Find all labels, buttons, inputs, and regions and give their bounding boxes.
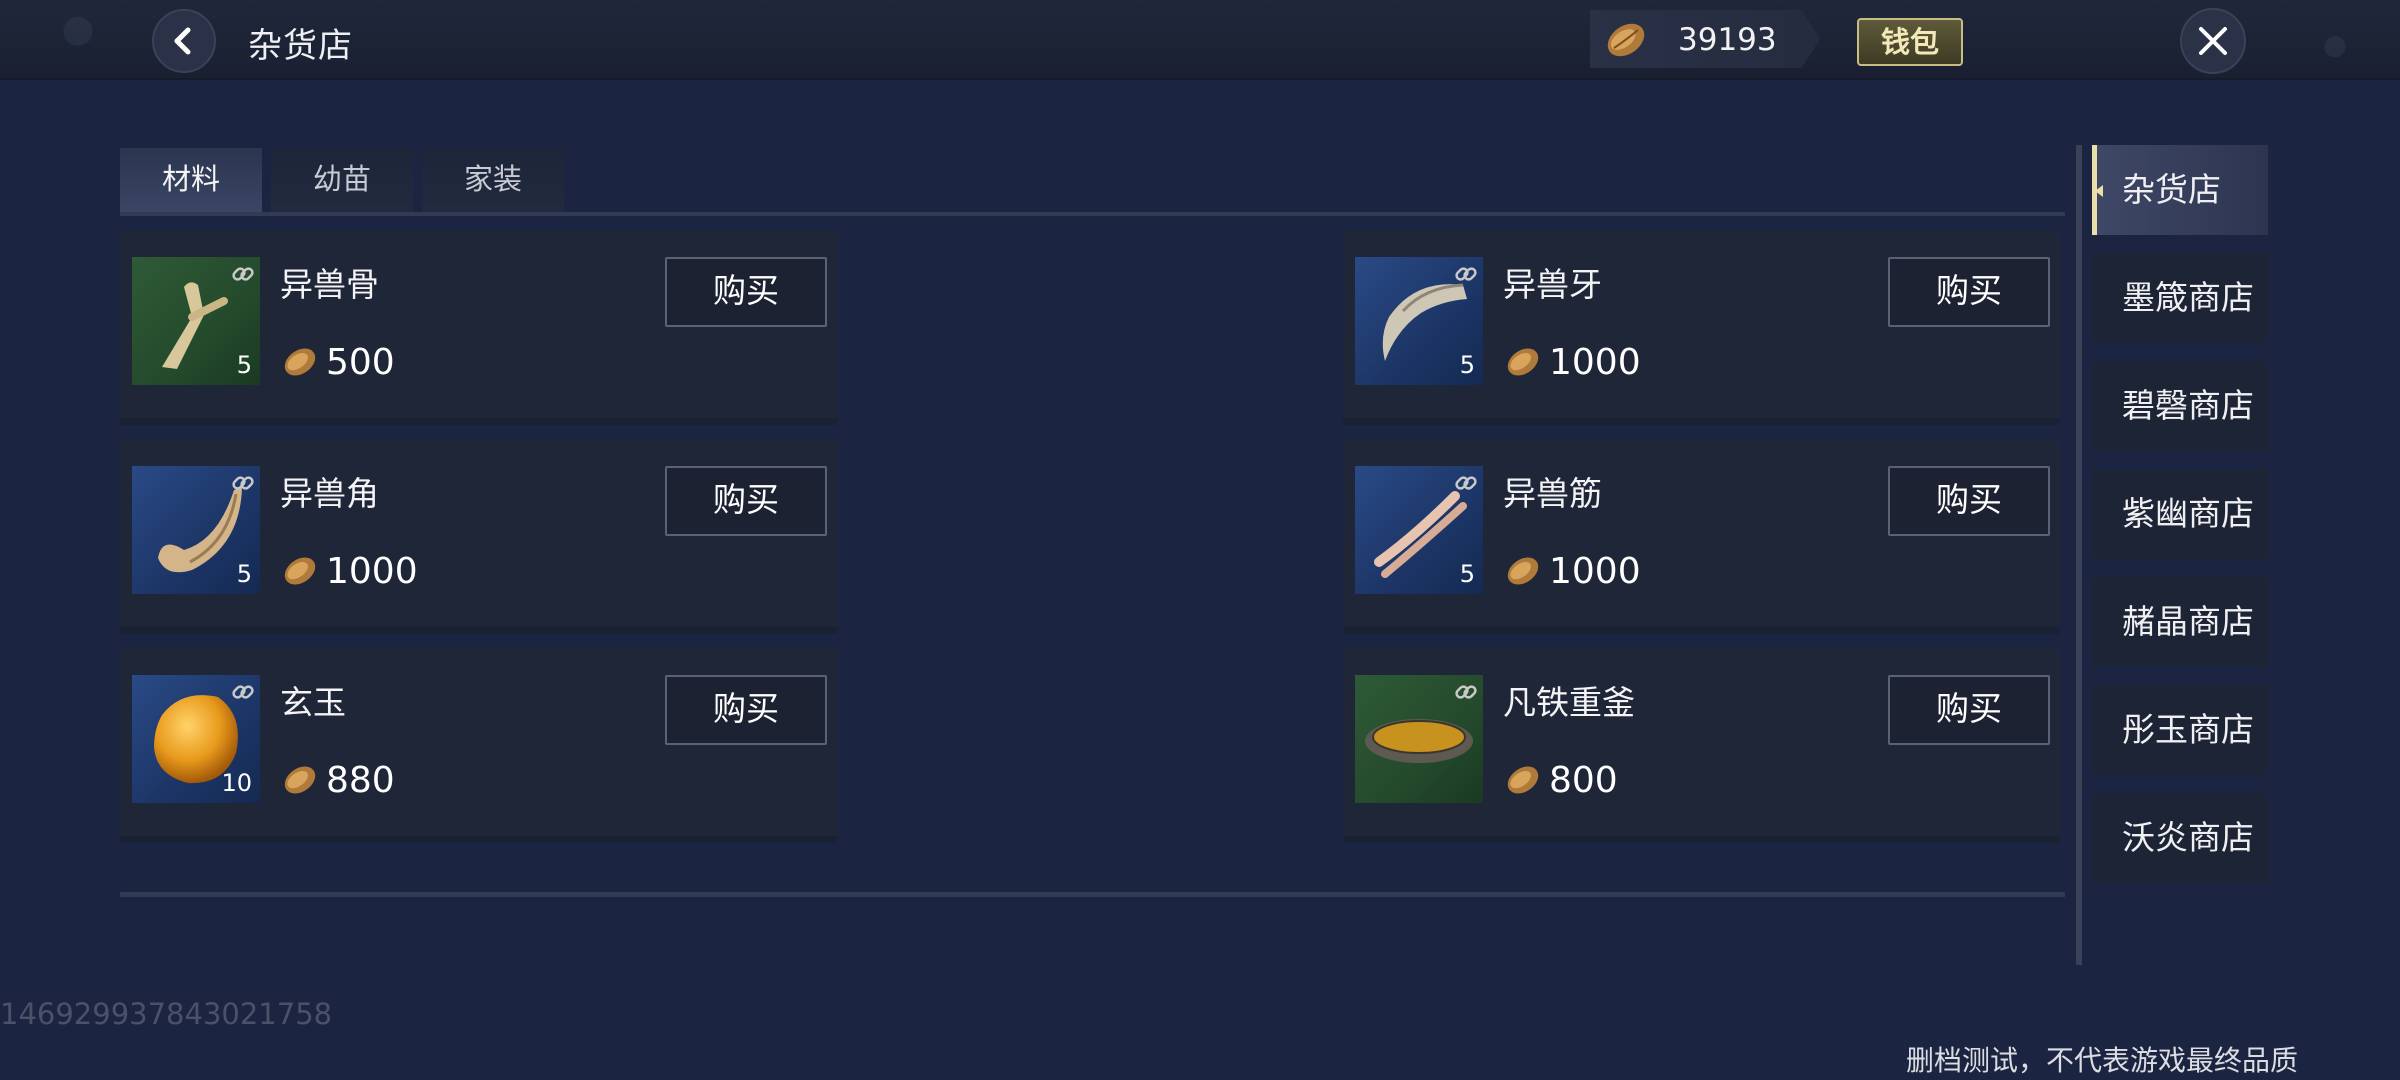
test-disclaimer: 删档测试，不代表游戏最终品质 (1906, 1044, 2299, 1077)
buy-button[interactable]: 购买 (665, 466, 827, 536)
seed-currency-icon (284, 557, 316, 585)
price-value: 500 (326, 341, 395, 383)
shop-tab-label: 沃炎商店 (2122, 818, 2254, 857)
link-icon (232, 476, 254, 490)
link-icon (1455, 685, 1477, 699)
wallet-button[interactable]: 钱包 (1857, 18, 1963, 66)
back-button[interactable] (152, 9, 216, 73)
item-card[interactable]: 5 异兽骨 500 购买 (120, 230, 837, 425)
link-icon (1455, 476, 1477, 490)
tab-seedlings[interactable]: 幼苗 (271, 148, 413, 216)
item-quantity: 5 (236, 560, 252, 588)
shop-tab-general-store[interactable]: 杂货店 (2092, 145, 2268, 235)
selected-indicator-icon (2095, 185, 2103, 197)
shop-tab-mozhen[interactable]: 墨箴商店 (2092, 253, 2268, 343)
close-button[interactable] (2180, 8, 2246, 74)
buy-button[interactable]: 购买 (665, 257, 827, 327)
tab-divider (120, 212, 2065, 216)
shop-tab-woyan[interactable]: 沃炎商店 (2092, 793, 2268, 883)
seed-currency-icon (1507, 766, 1539, 794)
seed-currency-icon (284, 348, 316, 376)
item-name: 异兽骨 (280, 265, 379, 304)
top-ornament-left (0, 0, 260, 78)
top-bar: 杂货店 39193 钱包 (0, 0, 2400, 80)
shop-tab-ziyou[interactable]: 紫幽商店 (2092, 469, 2268, 559)
shop-tab-label: 墨箴商店 (2122, 278, 2254, 317)
buy-button[interactable]: 购买 (1888, 675, 2050, 745)
player-uid: 1469299378430217​58 (0, 997, 333, 1031)
item-quantity: 5 (236, 351, 252, 379)
shop-tab-biqing[interactable]: 碧磬商店 (2092, 361, 2268, 451)
tab-home-decor[interactable]: 家装 (422, 148, 564, 216)
seed-currency-icon (1507, 348, 1539, 376)
shop-tab-tongyu[interactable]: 彤玉商店 (2092, 685, 2268, 775)
price-value: 1000 (1549, 550, 1641, 592)
item-card[interactable]: 凡铁重釜 800 购买 (1343, 648, 2060, 843)
item-price: 1000 (280, 549, 418, 593)
currency-amount: 39193 (1678, 22, 1777, 58)
shop-tab-label: 杂货店 (2122, 170, 2221, 209)
item-name: 玄玉 (280, 683, 346, 722)
item-quantity: 5 (1459, 560, 1475, 588)
item-thumbnail: 5 (1355, 257, 1483, 385)
buy-button[interactable]: 购买 (1888, 257, 2050, 327)
list-bottom-divider (120, 892, 2065, 897)
item-card[interactable]: 5 异兽角 1000 购买 (120, 439, 837, 634)
buy-button[interactable]: 购买 (665, 675, 827, 745)
item-price: 1000 (1503, 549, 1641, 593)
seed-currency-icon (1607, 23, 1645, 57)
item-price: 1000 (1503, 340, 1641, 384)
item-thumbnail: 10 (132, 675, 260, 803)
shop-tab-label: 彤玉商店 (2122, 710, 2254, 749)
top-ornament-right (2140, 0, 2400, 78)
back-arrow-icon (174, 27, 191, 55)
price-value: 800 (1549, 759, 1618, 801)
item-name: 异兽牙 (1503, 265, 1602, 304)
item-quantity: 5 (1459, 351, 1475, 379)
shop-tab-zhejing[interactable]: 赭晶商店 (2092, 577, 2268, 667)
item-price: 500 (280, 340, 395, 384)
currency-display: 39193 (1590, 10, 1820, 68)
shop-tab-label: 赭晶商店 (2122, 602, 2254, 641)
link-icon (1455, 267, 1477, 281)
item-thumbnail: 5 (132, 466, 260, 594)
item-quantity: 10 (221, 769, 252, 797)
shop-nav-scrollbar[interactable] (2076, 145, 2082, 965)
close-icon (2199, 27, 2227, 55)
price-value: 1000 (1549, 341, 1641, 383)
item-card[interactable]: 5 异兽牙 1000 购买 (1343, 230, 2060, 425)
price-value: 1000 (326, 550, 418, 592)
item-name: 凡铁重釜 (1503, 683, 1635, 722)
item-card[interactable]: 5 异兽筋 1000 购买 (1343, 439, 2060, 634)
link-icon (232, 267, 254, 281)
item-thumbnail: 5 (132, 257, 260, 385)
seed-currency-icon (1507, 557, 1539, 585)
buy-button[interactable]: 购买 (1888, 466, 2050, 536)
item-card[interactable]: 10 玄玉 880 购买 (120, 648, 837, 843)
item-name: 异兽筋 (1503, 474, 1602, 513)
seed-currency-icon (284, 766, 316, 794)
link-icon (232, 685, 254, 699)
page-title: 杂货店 (248, 26, 353, 66)
tab-materials[interactable]: 材料 (120, 148, 262, 216)
item-price: 880 (280, 758, 395, 802)
shop-tab-label: 碧磬商店 (2122, 386, 2254, 425)
price-value: 880 (326, 759, 395, 801)
item-thumbnail: 5 (1355, 466, 1483, 594)
item-price: 800 (1503, 758, 1618, 802)
item-thumbnail (1355, 675, 1483, 803)
item-name: 异兽角 (280, 474, 379, 513)
category-tabs: 材料 幼苗 家装 (120, 148, 2065, 216)
shop-tab-label: 紫幽商店 (2122, 494, 2254, 533)
